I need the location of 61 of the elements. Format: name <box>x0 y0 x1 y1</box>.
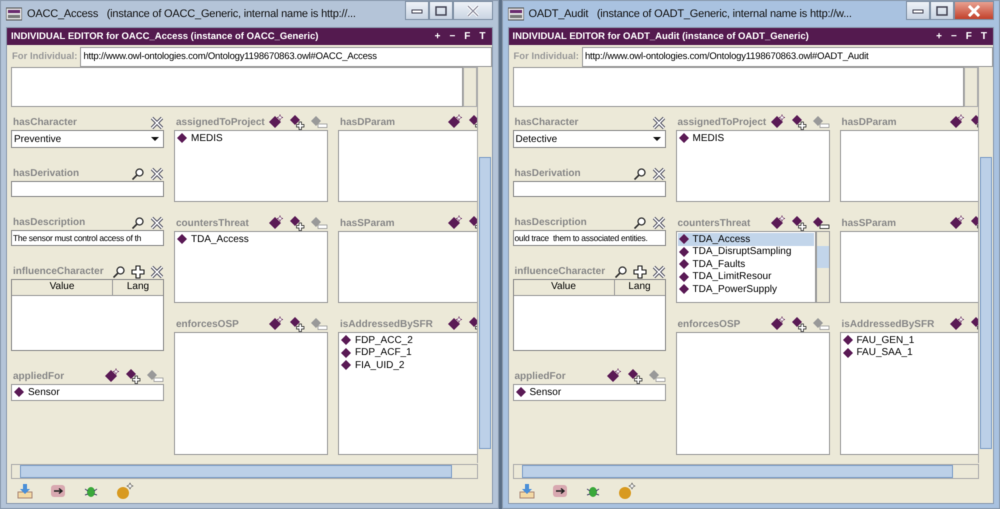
property-label: hasSParam <box>840 218 896 231</box>
property-label: hasDerivation <box>514 168 581 181</box>
text-field[interactable]: The sensor must control access of th <box>11 230 164 246</box>
property-label: assignedToProject <box>676 117 766 130</box>
header-button[interactable]: − <box>447 31 458 42</box>
window-title: OADT_Audit (instance of OADT_Generic, internal name is http://w... <box>528 8 853 20</box>
header-button[interactable]: T <box>978 31 989 42</box>
property-label: hasDescription <box>514 217 587 230</box>
column-header[interactable]: Lang <box>614 280 664 295</box>
property-label: hasDerivation <box>12 168 80 181</box>
property-label: influenceCharacter <box>514 266 606 279</box>
text-field[interactable]: ould trace them to associated entities. <box>512 230 666 246</box>
character-dropdown[interactable]: Preventive <box>11 130 164 148</box>
property-label: isAddressedBySFR <box>840 319 934 332</box>
list-item[interactable]: FIA_UID_2 <box>340 359 476 372</box>
header-button[interactable]: + <box>934 31 944 42</box>
list-item[interactable]: TDA_Access <box>678 233 814 246</box>
header-button[interactable]: + <box>432 31 442 42</box>
list-item[interactable]: MEDIS <box>678 132 828 144</box>
window-title: OACC_Access (instance of OACC_Generic, internal name is http://... <box>27 8 357 20</box>
property-label: hasDescription <box>12 217 86 230</box>
list-item[interactable]: FDP_ACF_1 <box>340 346 476 359</box>
property-label: hasDParam <box>840 117 897 130</box>
property-label: assignedToProject <box>175 117 265 130</box>
individual-uri-field[interactable]: http://www.owl-ontologies.com/Ontology1198670863.owl#OACC_Access <box>80 47 492 67</box>
individual-uri-field[interactable]: http://www.owl-ontologies.com/Ontology1198670863.owl#OADT_Audit <box>582 47 993 67</box>
property-label: appliedFor <box>12 371 64 384</box>
list-item[interactable]: MEDIS <box>176 132 326 144</box>
property-label: hasDParam <box>339 117 396 130</box>
list-item[interactable]: FAU_SAA_1 <box>842 346 978 359</box>
list-item[interactable]: TDA_DisruptSampling <box>678 246 814 258</box>
column-header[interactable]: Value <box>12 280 113 295</box>
property-label: influenceCharacter <box>12 266 104 279</box>
for-individual-label: For Individual: <box>512 50 580 64</box>
property-label: enforcesOSP <box>175 319 239 332</box>
editor-title: INDIVIDUAL EDITOR for OADT_Audit (instance of OADT_Generic) <box>512 31 809 42</box>
header-button[interactable]: − <box>948 31 959 42</box>
editor-title: INDIVIDUAL EDITOR for OACC_Access (instance of OACC_Generic) <box>11 31 318 42</box>
property-label: enforcesOSP <box>676 319 740 332</box>
list-item[interactable]: Sensor <box>514 386 664 398</box>
header-button[interactable]: T <box>477 31 488 42</box>
for-individual-label: For Individual: <box>11 50 78 64</box>
property-label: countersThreat <box>676 218 750 231</box>
list-item[interactable]: TDA_Access <box>176 233 326 246</box>
property-label: isAddressedBySFR <box>339 319 433 332</box>
property-label: hasSParam <box>339 218 394 231</box>
property-label: appliedFor <box>514 371 566 384</box>
list-item[interactable]: TDA_LimitResour <box>678 270 814 283</box>
character-dropdown[interactable]: Detective <box>512 130 666 148</box>
property-label: hasCharacter <box>12 117 77 130</box>
property-label: hasCharacter <box>514 117 578 130</box>
list-item[interactable]: TDA_Faults <box>678 258 814 270</box>
property-label: countersThreat <box>175 218 249 231</box>
column-header[interactable]: Value <box>514 280 614 295</box>
header-button[interactable]: F <box>462 31 472 42</box>
list-item[interactable]: TDA_PowerSupply <box>678 283 814 296</box>
list-item[interactable]: FAU_GEN_1 <box>842 334 978 346</box>
header-button[interactable]: F <box>964 31 974 42</box>
list-item[interactable]: Sensor <box>13 386 162 398</box>
list-item[interactable]: FDP_ACC_2 <box>340 334 476 346</box>
column-header[interactable]: Lang <box>113 280 163 295</box>
